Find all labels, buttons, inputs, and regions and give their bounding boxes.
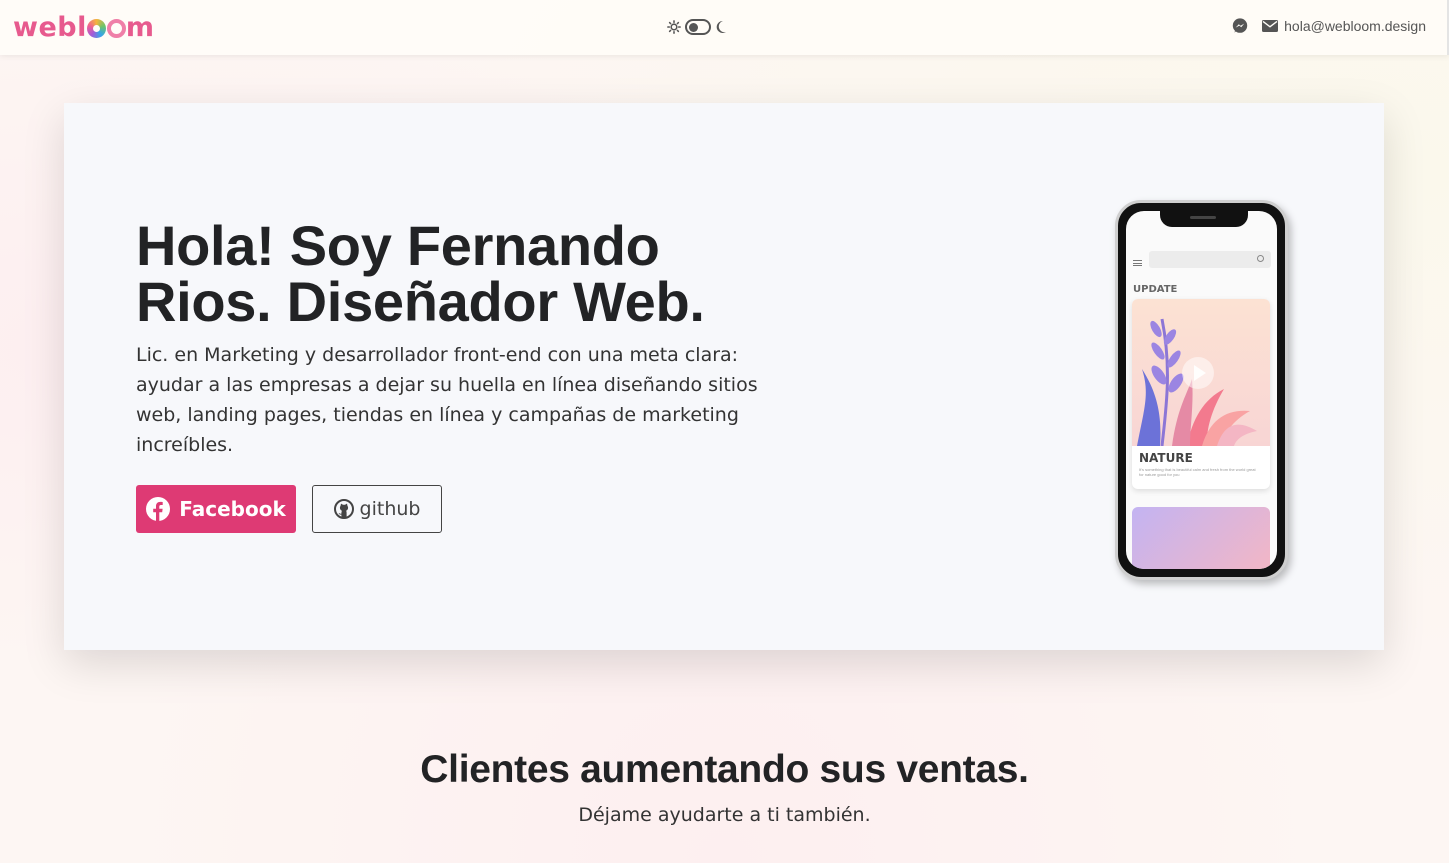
theme-toggle[interactable] [667, 18, 727, 36]
logo-text-end: m [125, 12, 155, 43]
facebook-icon [146, 497, 171, 521]
facebook-button[interactable]: Facebook [136, 485, 296, 533]
phone-notch [1160, 211, 1248, 227]
logo-ring-icon [86, 19, 106, 38]
moon-icon [716, 20, 726, 33]
section-title: Clientes aumentando sus ventas. [420, 748, 1029, 791]
section-subtitle: Déjame ayudarte a ti también. [578, 804, 871, 826]
hero-description: Lic. en Marketing y desarrollador front-… [136, 344, 758, 456]
hero-title: Hola! Soy Fernando Rios. Diseñador Web. [136, 214, 705, 333]
github-button[interactable]: github [312, 485, 442, 533]
messenger-icon[interactable] [1232, 18, 1248, 34]
phone-mockup: UPDATE NATURE It's something that is bea… [1115, 200, 1288, 580]
hamburger-icon [1133, 260, 1142, 266]
phone-screen: UPDATE NATURE It's something that is bea… [1126, 211, 1277, 569]
plant-illustration [1132, 299, 1270, 447]
envelope-icon [1262, 20, 1279, 32]
switch-knob [689, 23, 698, 32]
theme-switch[interactable] [685, 19, 711, 35]
github-icon [333, 499, 354, 519]
phone-search-bar [1149, 251, 1271, 268]
logo-text: webl [13, 12, 87, 43]
phone-nature-text: It's something that is beautiful calm an… [1139, 467, 1256, 477]
email-link[interactable]: hola@webloom.design [1262, 18, 1426, 34]
phone-nature-card: NATURE It's something that is beautiful … [1132, 299, 1270, 489]
facebook-label: Facebook [179, 497, 286, 521]
contact-links: hola@webloom.design [1232, 18, 1426, 34]
github-label: github [359, 498, 421, 520]
phone-update-label: UPDATE [1133, 284, 1178, 295]
phone-nature-title: NATURE [1139, 451, 1193, 465]
navbar: webl m hola@webloom.design [0, 0, 1449, 55]
hero-card: Hola! Soy Fernando Rios. Diseñador Web. … [64, 103, 1384, 650]
plant-art [1137, 318, 1257, 447]
sun-icon [667, 20, 681, 34]
phone-gradient-card [1132, 507, 1270, 569]
logo-ring-icon [106, 19, 126, 38]
email-text: hola@webloom.design [1284, 18, 1426, 34]
logo-link[interactable]: webl m [13, 12, 154, 43]
